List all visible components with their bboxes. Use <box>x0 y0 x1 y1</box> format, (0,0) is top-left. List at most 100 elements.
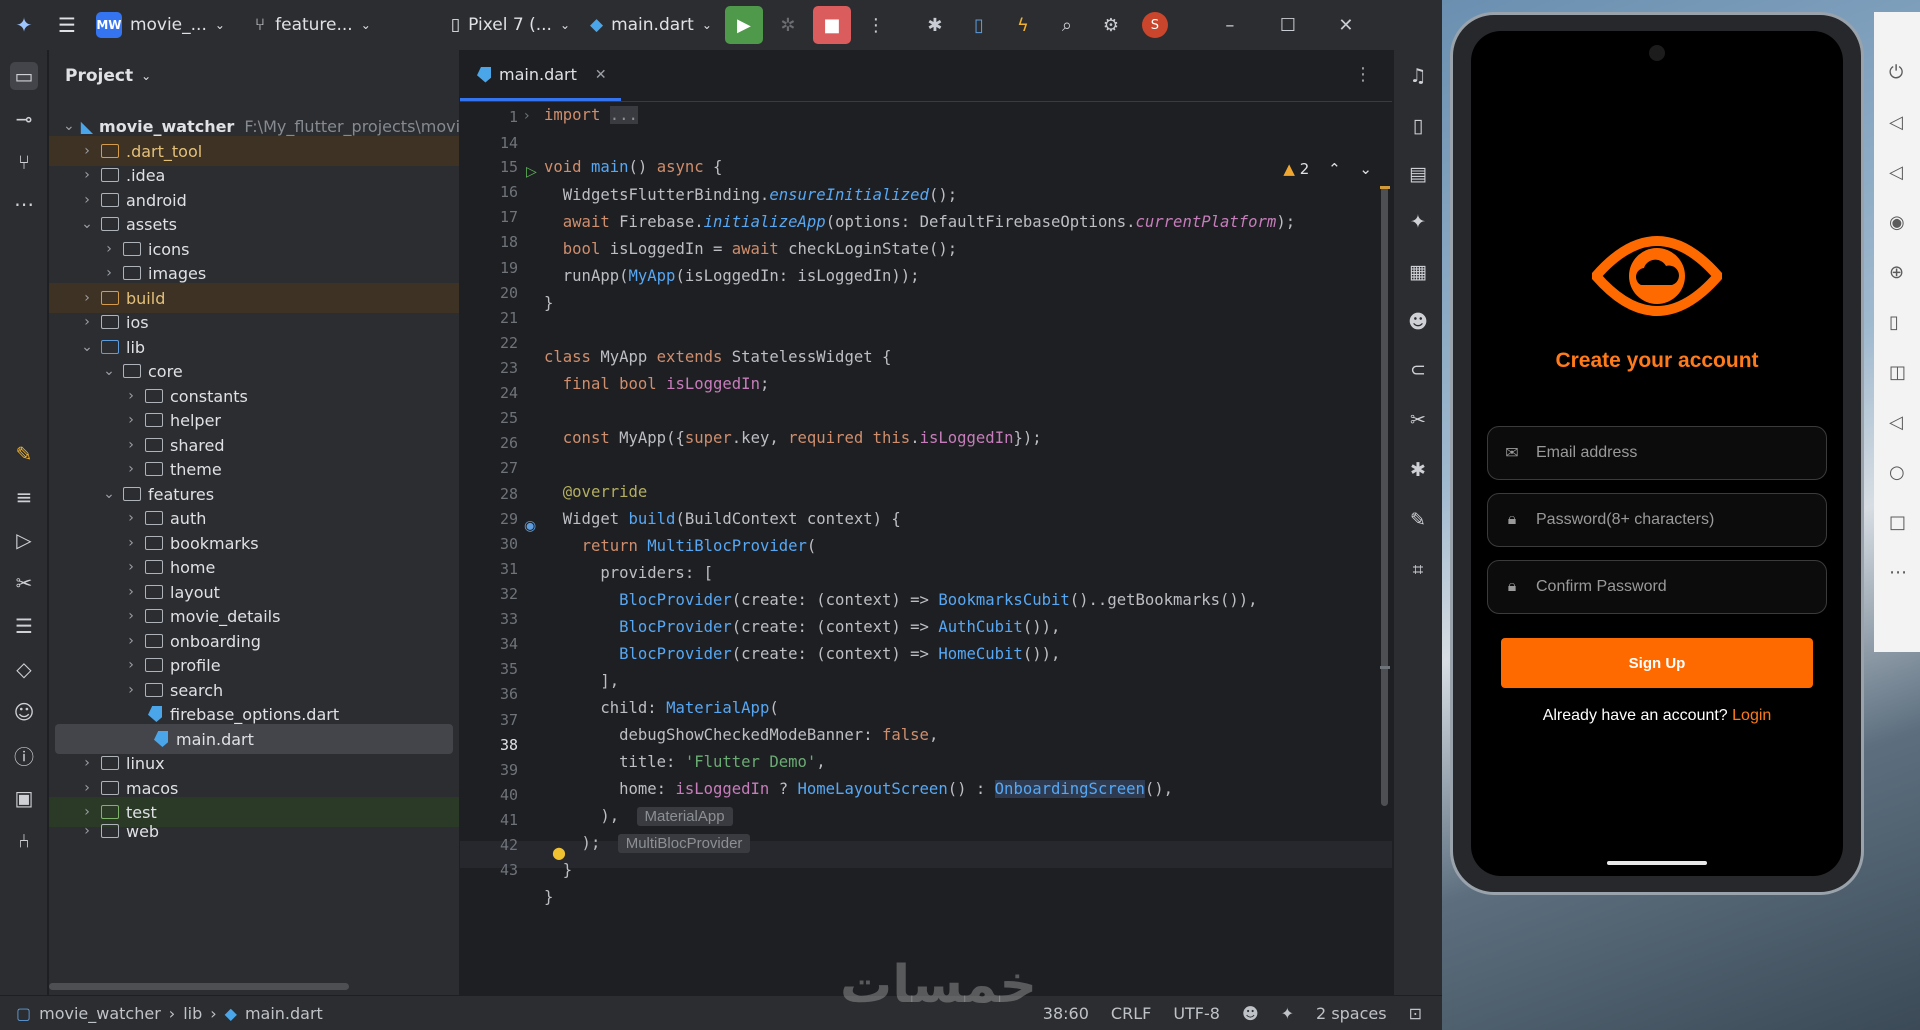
chevron-right-icon[interactable]: › <box>123 510 139 526</box>
editor-tab[interactable]: main.dart ✕ <box>460 51 621 101</box>
project-switcher[interactable]: MW movie_... ⌄ <box>86 0 235 50</box>
copilot-status-icon[interactable]: ☻ <box>1242 1004 1259 1023</box>
chevron-right-icon[interactable]: › <box>123 682 139 698</box>
code-line[interactable]: void main() async { <box>544 158 722 176</box>
override-gutter-icon[interactable]: ◉ <box>524 518 536 534</box>
maximize-icon[interactable]: ☐ <box>1259 15 1317 36</box>
problems-icon[interactable]: ⓘ <box>10 741 38 769</box>
app-logo-icon[interactable]: ✦ <box>0 0 48 50</box>
breadcrumb-project[interactable]: movie_watcher <box>39 1004 161 1023</box>
more-vertical-icon[interactable]: ⋮ <box>857 6 895 44</box>
gem-icon[interactable]: ◇ <box>10 655 38 683</box>
code-line[interactable]: @override <box>544 483 648 501</box>
zoom-in-icon[interactable]: ⊕ <box>1889 262 1904 283</box>
chevron-right-icon[interactable]: › <box>123 633 139 649</box>
run-gutter-icon[interactable]: ▷ <box>526 164 537 180</box>
chevron-right-icon[interactable]: › <box>79 167 95 183</box>
chevron-right-icon[interactable]: › <box>79 314 95 330</box>
run-config-selector[interactable]: ◆ main.dart ⌄ <box>580 0 722 50</box>
settings-gear-icon[interactable]: ⚙ <box>1092 6 1130 44</box>
volume-up-icon[interactable]: ◁ <box>1889 112 1903 133</box>
user-avatar-button[interactable]: S <box>1136 6 1174 44</box>
home-icon[interactable]: ○ <box>1889 462 1905 483</box>
inspection-widget[interactable]: ▲ 2 ⌃ ⌄ <box>1283 160 1372 178</box>
hot-reload-icon[interactable]: ϟ <box>1004 6 1042 44</box>
code-line[interactable]: } <box>544 888 553 906</box>
breadcrumb-dir[interactable]: lib <box>183 1004 202 1023</box>
overview-icon[interactable]: □ <box>1889 512 1906 533</box>
fold-icon[interactable]: › <box>524 108 530 124</box>
logcat-icon[interactable]: ☺ <box>10 698 38 726</box>
device-manager-icon[interactable]: ▯ <box>960 6 998 44</box>
chevron-down-icon[interactable]: ⌄ <box>79 339 95 355</box>
scissors-icon[interactable]: ✂ <box>1404 406 1432 434</box>
code-line[interactable]: Widget build(BuildContext context) { <box>544 510 901 528</box>
indent-setting[interactable]: 2 spaces <box>1316 1004 1387 1023</box>
code-line[interactable]: title: 'Flutter Demo', <box>544 753 826 771</box>
code-line[interactable]: debugShowCheckedModeBanner: false, <box>544 726 938 744</box>
email-field[interactable]: ✉ Email address <box>1487 426 1827 480</box>
chevron-down-icon[interactable]: ⌄ <box>101 363 117 379</box>
chevron-right-icon[interactable]: › <box>79 755 95 771</box>
flutter-outline-icon[interactable]: ▦ <box>1404 258 1432 286</box>
ai-status-icon[interactable]: ✦ <box>1281 1004 1294 1023</box>
code-line[interactable]: import ... <box>544 106 638 124</box>
chevron-right-icon[interactable]: › <box>79 143 95 159</box>
project-panel-header[interactable]: Project ⌄ <box>49 50 459 102</box>
login-link[interactable]: Login <box>1732 707 1771 724</box>
layout-inspector-icon[interactable]: ⌗ <box>1404 556 1432 584</box>
warning-marker[interactable] <box>1380 186 1390 189</box>
chevron-right-icon[interactable]: › <box>123 461 139 477</box>
code-line[interactable]: final bool isLoggedIn; <box>544 375 770 393</box>
version-control-icon[interactable]: ⑃ <box>10 827 38 855</box>
chevron-right-icon[interactable]: › <box>101 265 117 281</box>
chevron-up-icon[interactable]: ⌃ <box>1328 160 1341 178</box>
power-icon[interactable]: ⏻ <box>1889 62 1903 83</box>
chevron-right-icon[interactable]: › <box>79 804 95 820</box>
code-line[interactable]: bool isLoggedIn = await checkLoginState(… <box>544 240 957 258</box>
chevron-right-icon[interactable]: › <box>79 192 95 208</box>
running-devices-icon[interactable]: ▯ <box>1404 112 1432 140</box>
volume-down-icon[interactable]: ◁ <box>1889 162 1903 183</box>
code-line[interactable]: } <box>544 861 572 879</box>
ai-assistant-icon[interactable]: ✦ <box>1404 208 1432 236</box>
pull-requests-icon[interactable]: ⑂ <box>10 148 38 176</box>
code-line[interactable]: BlocProvider(create: (context) => HomeCu… <box>544 645 1060 663</box>
chevron-right-icon[interactable]: › <box>79 780 95 796</box>
breadcrumb-file[interactable]: main.dart <box>245 1004 323 1023</box>
structure-icon[interactable]: ≡ <box>10 483 38 511</box>
chevron-right-icon[interactable]: › <box>123 559 139 575</box>
branch-switcher[interactable]: ⑂ feature... ⌄ <box>245 0 381 50</box>
chevron-right-icon[interactable]: › <box>123 412 139 428</box>
code-line[interactable]: const MyApp({super.key, required this.is… <box>544 429 1042 447</box>
pencil-icon[interactable]: ✎ <box>1404 506 1432 534</box>
rotate-icon[interactable]: ▯ <box>1889 312 1899 333</box>
chevron-right-icon[interactable]: › <box>123 584 139 600</box>
chevron-right-icon[interactable]: › <box>123 657 139 673</box>
sign-up-button[interactable]: Sign Up <box>1501 638 1813 688</box>
code-line[interactable]: ), MaterialApp <box>544 807 733 826</box>
fold-icon[interactable]: ◫ <box>1889 362 1906 383</box>
code-line[interactable]: ); MultiBlocProvider <box>544 834 751 853</box>
code-line[interactable]: await Firebase.initializeApp(options: De… <box>544 213 1295 231</box>
attach-debugger-icon[interactable]: ✱ <box>916 6 954 44</box>
code-line[interactable]: BlocProvider(create: (context) => Bookma… <box>544 591 1257 609</box>
tree-item[interactable]: › web <box>49 822 459 840</box>
flutter-inspector-icon[interactable]: ✎ <box>10 440 38 468</box>
chevron-right-icon[interactable]: › <box>79 823 95 839</box>
device-selector[interactable]: ▯ Pixel 7 (... ⌄ <box>441 0 580 50</box>
editor-vscrollbar[interactable] <box>1381 186 1388 806</box>
gesture-home-bar[interactable] <box>1607 861 1707 865</box>
more-vertical-icon[interactable]: ⋮ <box>1354 64 1372 85</box>
code-line[interactable]: home: isLoggedIn ? HomeLayoutScreen() : … <box>544 780 1173 798</box>
lock-icon[interactable]: ⊡ <box>1409 1004 1422 1023</box>
code-line[interactable]: runApp(MyApp(isLoggedIn: isLoggedIn)); <box>544 267 920 285</box>
code-line[interactable]: } <box>544 294 553 312</box>
chevron-right-icon[interactable]: › <box>101 241 117 257</box>
line-separator[interactable]: CRLF <box>1111 1004 1151 1023</box>
chevron-right-icon[interactable]: › <box>123 437 139 453</box>
services-icon[interactable]: ☰ <box>10 612 38 640</box>
project-folder-icon[interactable]: ▭ <box>10 62 38 90</box>
back-icon[interactable]: ◁ <box>1889 412 1903 433</box>
main-menu-icon[interactable]: ☰ <box>48 0 86 50</box>
